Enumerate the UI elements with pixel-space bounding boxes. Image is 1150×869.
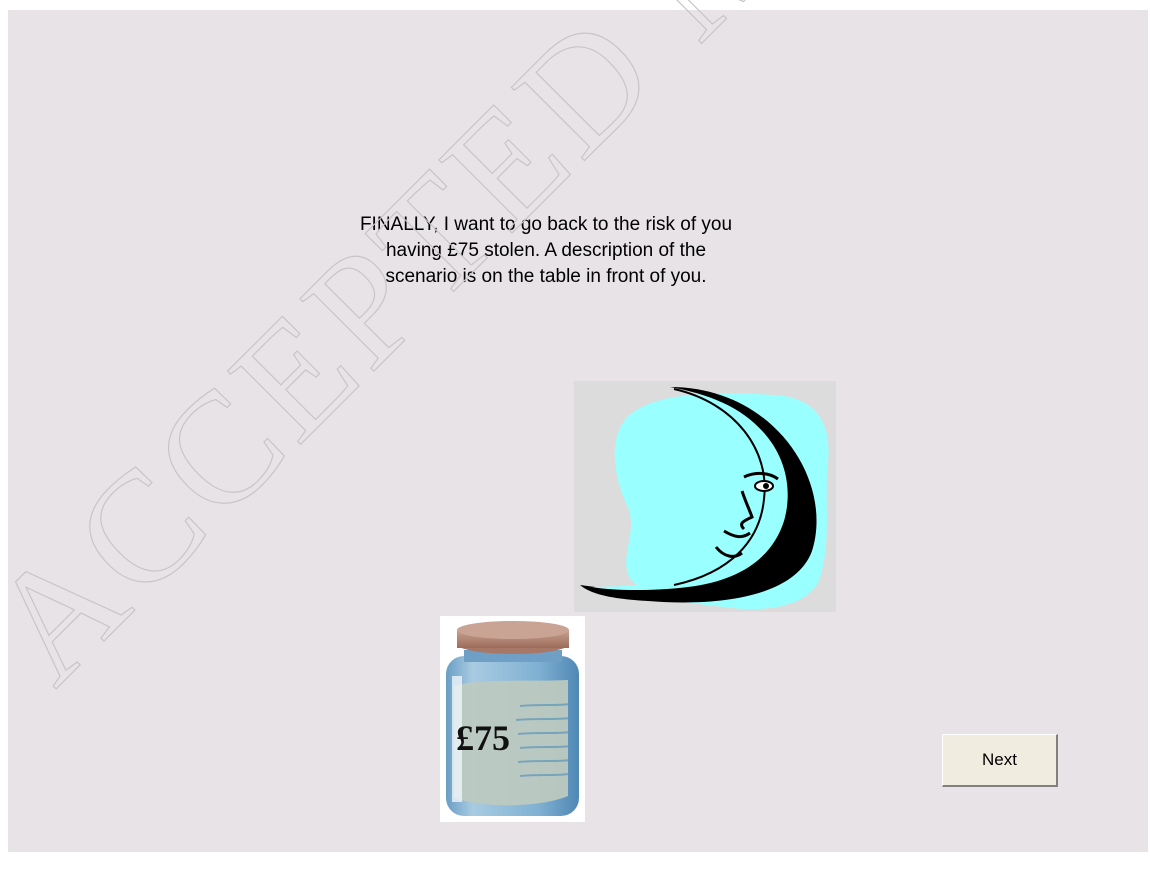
money-jar-icon: £75	[446, 621, 579, 816]
slide-panel: FINALLY, I want to go back to the risk o…	[8, 10, 1148, 852]
next-button[interactable]: Next	[942, 734, 1058, 787]
moon-image	[574, 381, 836, 612]
jar-label: £75	[456, 718, 510, 758]
crescent-moon-face-icon	[574, 381, 836, 612]
money-jar-image: £75	[440, 616, 585, 822]
instruction-text: FINALLY, I want to go back to the risk o…	[359, 214, 733, 287]
